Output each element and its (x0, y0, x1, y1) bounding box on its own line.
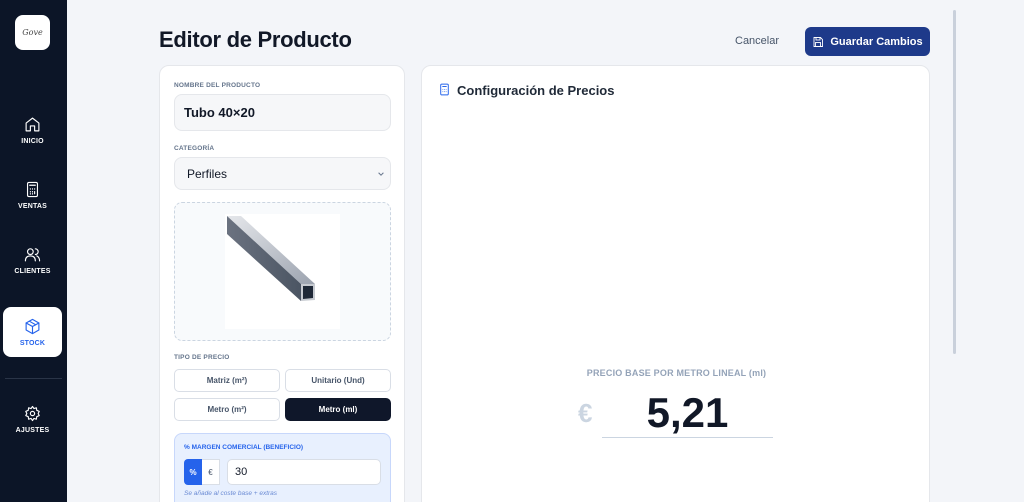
price-type-metro-m2-button[interactable]: Metro (m²) (174, 398, 280, 421)
currency-symbol: € (578, 398, 593, 428)
calculator-icon (26, 181, 39, 197)
margin-section: % MARGEN COMERCIAL (BENEFICIO) % € 30 Se… (174, 433, 391, 502)
calculator-icon (440, 83, 449, 96)
sidebar: Gove INICIO VENTAS CLIENTES STOCK AJUSTE… (0, 0, 67, 502)
page-title: Editor de Producto (159, 27, 352, 52)
base-price-input[interactable]: 5,21 (602, 390, 773, 438)
margin-label: % MARGEN COMERCIAL (BENEFICIO) (184, 444, 304, 451)
price-type-matriz-button[interactable]: Matriz (m²) (174, 369, 280, 392)
pricing-title: Configuración de Precios (457, 83, 615, 98)
save-icon (813, 36, 824, 47)
price-type-label: TIPO DE PRECIO (174, 354, 230, 361)
scrollbar-thumb[interactable] (953, 10, 956, 354)
sidebar-item-label: STOCK (19, 339, 46, 347)
sidebar-item-label: VENTAS (17, 202, 48, 210)
sidebar-item-clientes[interactable]: CLIENTES (3, 235, 62, 285)
sidebar-item-label: INICIO (21, 137, 44, 145)
margin-percent-toggle[interactable]: % (184, 459, 202, 485)
cancel-button[interactable]: Cancelar (735, 32, 779, 50)
sidebar-item-label: CLIENTES (14, 267, 51, 275)
users-icon (24, 247, 41, 261)
margin-input[interactable]: 30 (227, 459, 381, 485)
sidebar-item-ajustes[interactable]: AJUSTES (3, 394, 62, 444)
save-button-label: Guardar Cambios (830, 35, 923, 48)
category-select-value: Perfiles (187, 166, 228, 181)
sidebar-item-stock[interactable]: STOCK (3, 307, 62, 357)
category-select[interactable]: Perfiles (174, 157, 391, 190)
product-image-dropzone[interactable] (174, 202, 391, 341)
sidebar-item-label: AJUSTES (15, 426, 50, 434)
product-form-panel: NOMBRE DEL PRODUCTO Tubo 40×20 CATEGORÍA… (159, 65, 405, 502)
sidebar-item-ventas[interactable]: VENTAS (3, 170, 62, 220)
name-label: NOMBRE DEL PRODUCTO (174, 82, 261, 89)
margin-hint: Se añade al coste base + extras (184, 490, 278, 497)
sidebar-item-inicio[interactable]: INICIO (3, 105, 62, 155)
pricing-panel: Configuración de Precios PRECIO BASE POR… (421, 65, 930, 502)
price-type-metro-ml-button[interactable]: Metro (ml) (285, 398, 391, 421)
save-button[interactable]: Guardar Cambios (805, 27, 930, 56)
logo-text: Gove (22, 28, 43, 37)
margin-euro-toggle[interactable]: € (202, 459, 220, 485)
product-image (225, 214, 340, 329)
price-type-unitario-button[interactable]: Unitario (Und) (285, 369, 391, 392)
product-name-input[interactable]: Tubo 40×20 (174, 94, 391, 131)
package-icon (25, 318, 40, 334)
gear-icon (25, 405, 40, 421)
base-price-label: PRECIO BASE POR METRO LINEAL (ml) (586, 368, 767, 378)
chevron-down-icon (378, 172, 384, 176)
tube-image (227, 216, 315, 301)
home-icon (25, 117, 40, 131)
app-logo[interactable]: Gove (15, 15, 50, 50)
sidebar-divider (5, 378, 62, 379)
category-label: CATEGORÍA (174, 145, 215, 152)
